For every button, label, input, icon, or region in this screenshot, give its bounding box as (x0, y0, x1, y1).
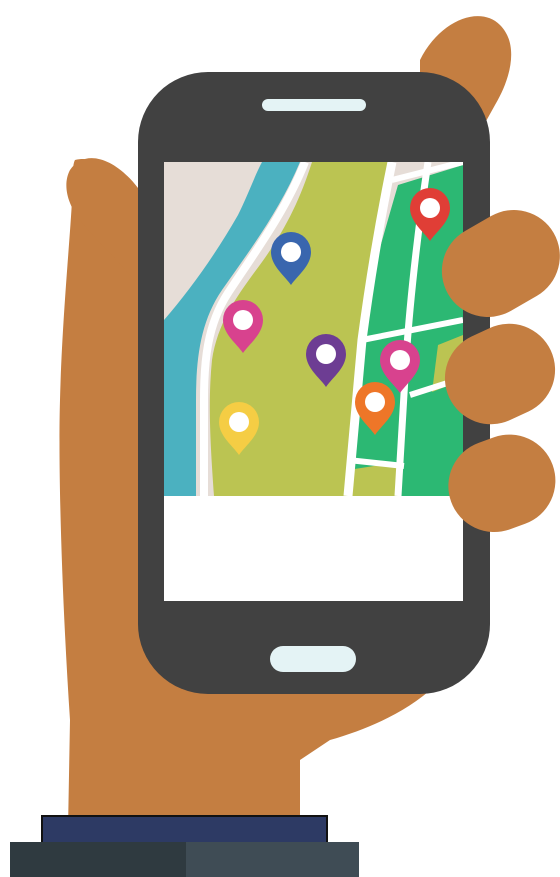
smartphone (138, 72, 490, 694)
pin-center-dot (281, 242, 301, 262)
pin-center-dot (316, 344, 336, 364)
hand-holding-phone-illustration (10, 16, 560, 877)
shirt-sleeve (10, 815, 359, 877)
pin-center-dot (420, 198, 440, 218)
home-button[interactable] (270, 646, 356, 672)
cuff-left (10, 842, 186, 877)
sleeve-band (41, 815, 328, 847)
cuff-right (186, 842, 359, 877)
pin-center-dot (365, 392, 385, 412)
map-view[interactable] (164, 162, 463, 496)
earpiece-speaker (262, 99, 366, 111)
pin-center-dot (233, 310, 253, 330)
pin-center-dot (229, 412, 249, 432)
pin-center-dot (390, 350, 410, 370)
